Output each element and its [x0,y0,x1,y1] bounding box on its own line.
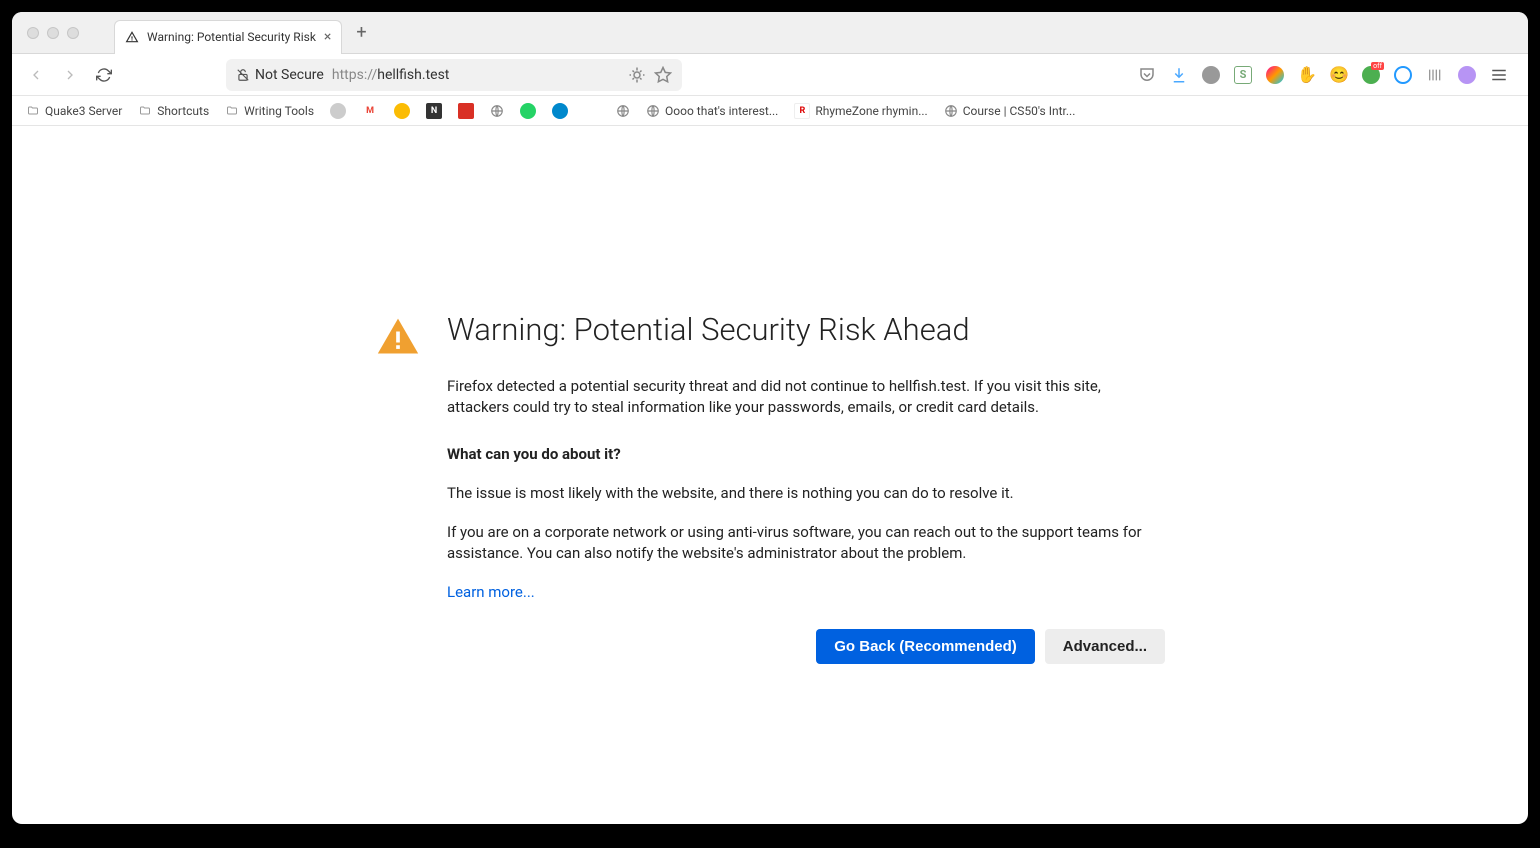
security-indicator[interactable]: Not Secure [236,67,324,83]
bookmark-item-6[interactable]: N [426,103,442,119]
browser-tab[interactable]: Warning: Potential Security Risk × [114,20,342,54]
page-content: Warning: Potential Security Risk Ahead F… [12,126,1528,664]
lock-slash-icon [236,68,250,82]
warning-para-1: Firefox detected a potential security th… [447,376,1165,418]
url-text: https://hellfish.test [332,67,450,83]
reload-button[interactable] [92,63,116,87]
extension-5-icon[interactable]: 😊 [1330,66,1348,84]
warning-sub-heading: What can you do about it? [447,444,1165,465]
security-warning: Warning: Potential Security Risk Ahead F… [375,311,1165,664]
window-controls [12,27,79,39]
bug-icon[interactable] [628,66,646,84]
bookmarks-bar: Quake3 Server Shortcuts Writing Tools M N Ooo… [12,96,1528,126]
bookmark-item-0[interactable]: Quake3 Server [26,104,122,118]
warning-text-block: Warning: Potential Security Risk Ahead F… [447,311,1165,664]
bookmark-item-9[interactable] [520,103,536,119]
warning-triangle-icon [375,315,421,363]
extension-icons: S ✋ 😊 off [1138,66,1516,84]
menu-icon[interactable] [1490,66,1508,84]
bookmark-item-10[interactable] [552,103,568,119]
learn-more-link[interactable]: Learn more... [447,583,535,601]
bookmark-item-4[interactable]: M [362,103,378,119]
bookmark-item-7[interactable] [458,103,474,119]
warning-para-2: The issue is most likely with the websit… [447,483,1165,504]
warning-title: Warning: Potential Security Risk Ahead [447,311,1165,348]
go-back-button[interactable]: Go Back (Recommended) [816,629,1035,664]
browser-window: Warning: Potential Security Risk × + Not… [12,12,1528,824]
star-icon[interactable] [654,66,672,84]
account-icon[interactable] [1458,66,1476,84]
bookmark-item-11[interactable] [584,103,600,119]
titlebar: Warning: Potential Security Risk × + [12,12,1528,54]
bookmark-item-5[interactable] [394,103,410,119]
download-icon[interactable] [1170,66,1188,84]
warning-para-3: If you are on a corporate network or usi… [447,522,1165,564]
tab-close-icon[interactable]: × [324,29,331,45]
not-secure-label: Not Secure [255,67,324,83]
advanced-button[interactable]: Advanced... [1045,629,1165,664]
extension-1-icon[interactable] [1202,66,1220,84]
button-row: Go Back (Recommended) Advanced... [447,629,1165,664]
pocket-icon[interactable] [1138,66,1156,84]
close-window-button[interactable] [27,27,39,39]
bookmark-item-1[interactable]: Shortcuts [138,104,209,118]
extension-7-icon[interactable] [1394,66,1412,84]
bookmark-item-15[interactable]: Course | CS50's Intr... [944,104,1076,118]
maximize-window-button[interactable] [67,27,79,39]
tab-title: Warning: Potential Security Risk [147,30,316,44]
warning-triangle-icon [125,30,139,44]
extension-8-icon[interactable] [1426,66,1444,84]
bookmark-item-12[interactable] [616,104,630,118]
bookmark-item-14[interactable]: RRhymeZone rhymin... [794,103,927,119]
bookmark-item-13[interactable]: Oooo that's interest... [646,104,778,118]
toolbar: Not Secure https://hellfish.test S ✋ 😊 o… [12,54,1528,96]
bookmark-item-3[interactable] [330,103,346,119]
new-tab-button[interactable]: + [356,22,366,43]
extension-3-icon[interactable] [1266,66,1284,84]
back-button[interactable] [24,63,48,87]
minimize-window-button[interactable] [47,27,59,39]
extension-4-icon[interactable]: ✋ [1298,66,1316,84]
extension-6-icon[interactable]: off [1362,66,1380,84]
url-bar[interactable]: Not Secure https://hellfish.test [226,59,682,91]
extension-2-icon[interactable]: S [1234,66,1252,84]
bookmark-item-2[interactable]: Writing Tools [225,104,314,118]
forward-button[interactable] [58,63,82,87]
bookmark-item-8[interactable] [490,104,504,118]
